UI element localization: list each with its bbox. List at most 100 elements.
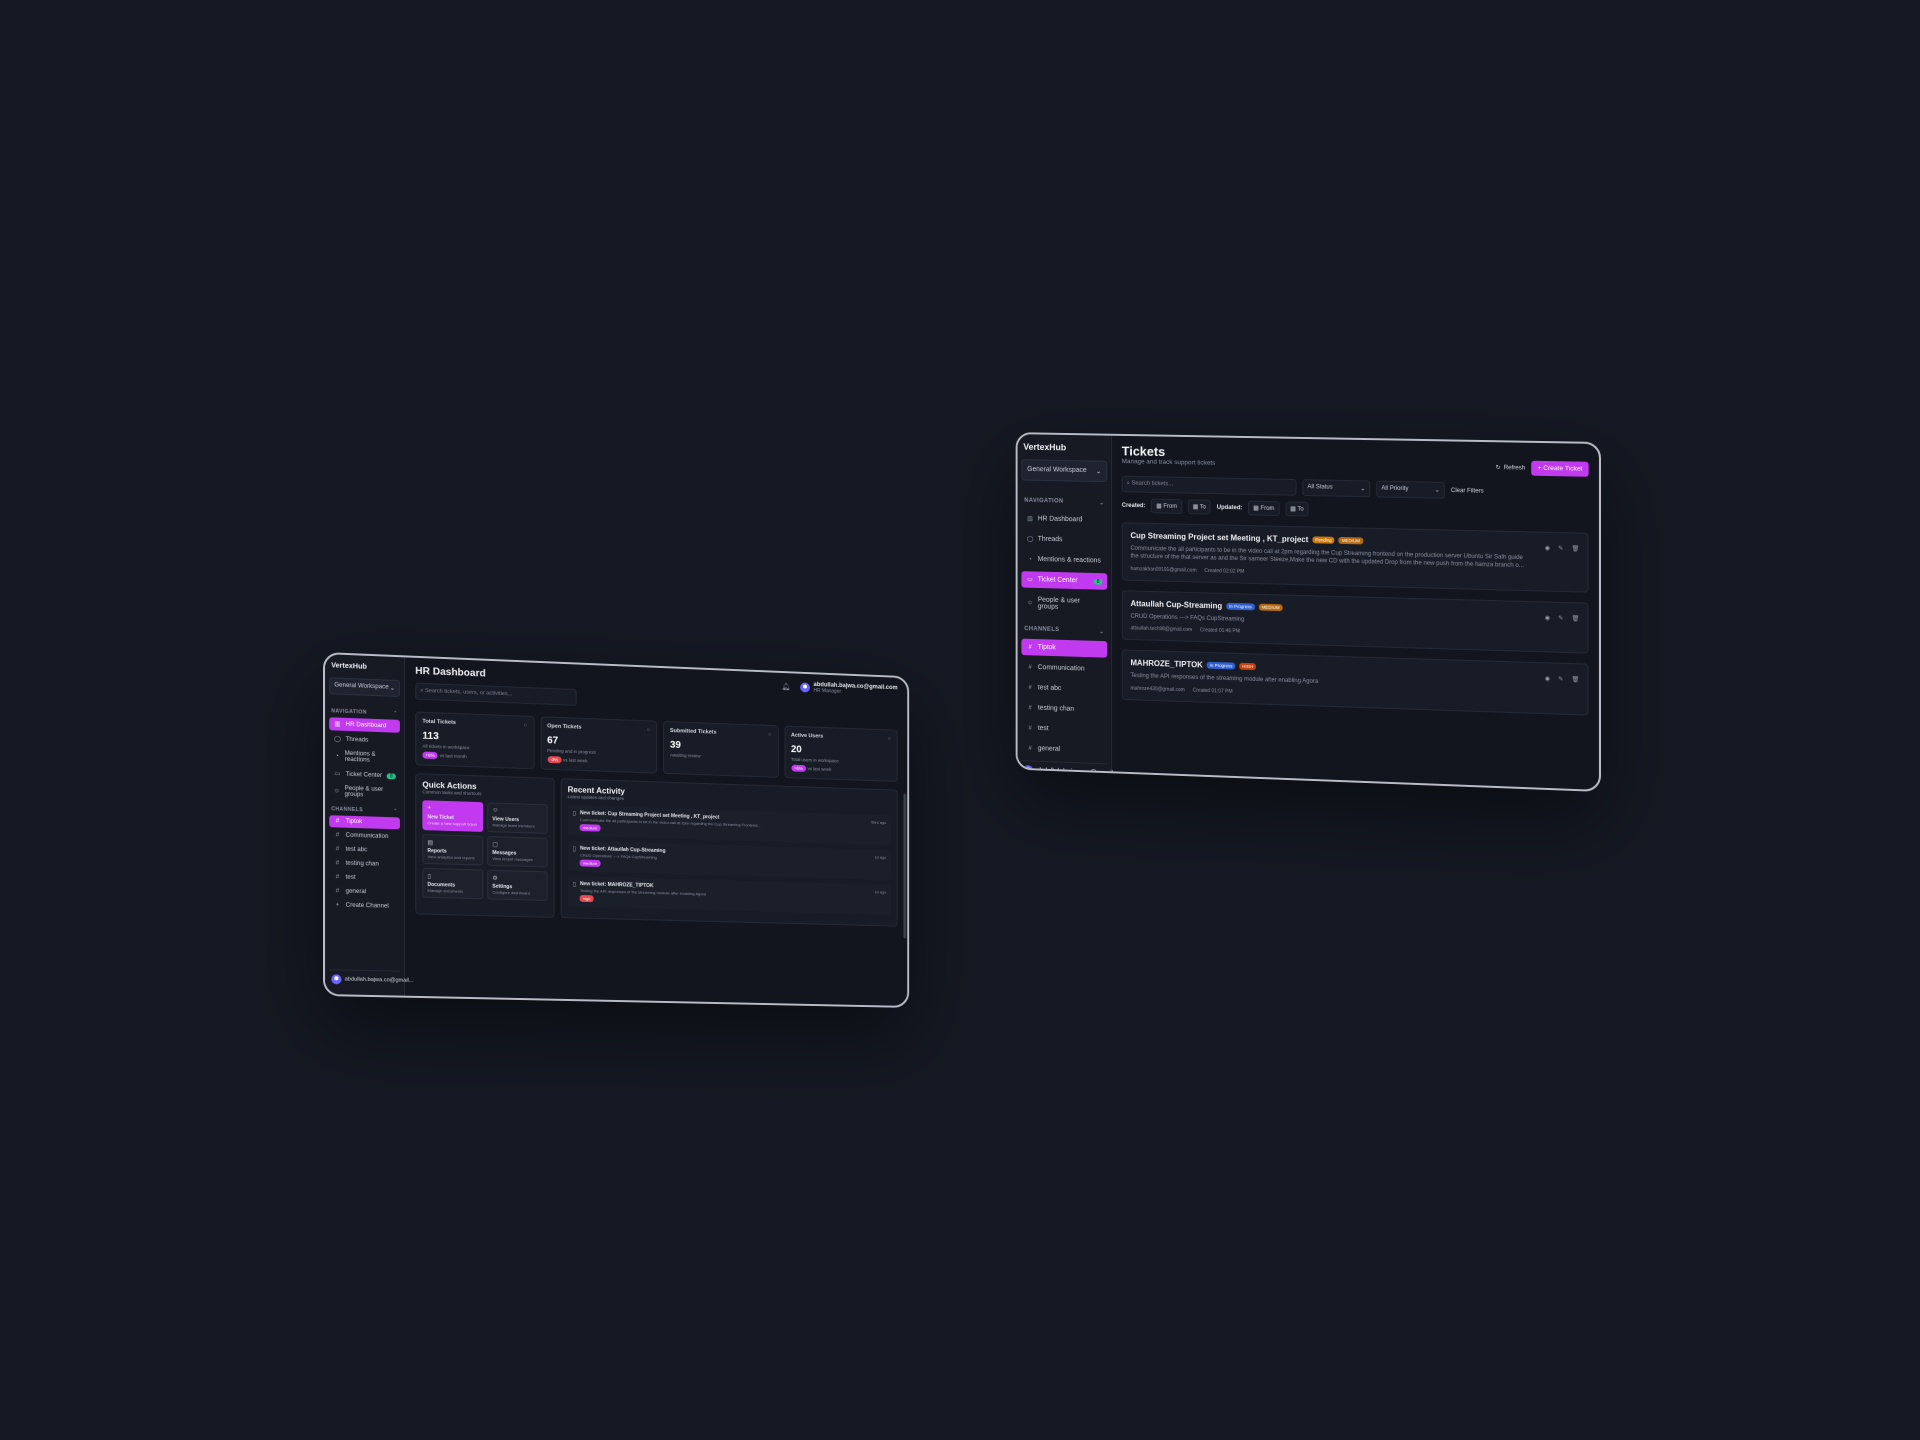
create-ticket-button[interactable]: + Create Ticket (1531, 461, 1588, 477)
ticket-card[interactable]: MAHROZE_TIPTOK In Progress HIGH Testing the… (1122, 650, 1589, 716)
bell-icon[interactable]: 🔔︎ (782, 683, 791, 691)
calendar-icon: ▦ (1156, 504, 1163, 510)
message-icon: ▢ (492, 841, 542, 849)
brand-name: VertexHub (331, 662, 398, 672)
channels-section-header[interactable]: CHANNELS ⌄ (1024, 626, 1104, 635)
channel-item[interactable]: # general (1021, 740, 1107, 760)
dashboard-icon: ▥ (1026, 515, 1034, 522)
avatar (1023, 765, 1033, 775)
quick-action-desc: View recent messages (492, 856, 542, 862)
channel-item[interactable]: # Communication (1021, 659, 1107, 678)
quick-action-documents[interactable]: ▯ Documents Manage documents (422, 868, 483, 899)
chevron-down-icon: ⌄ (1099, 499, 1104, 506)
delete-icon[interactable]: 🗑︎ (1572, 615, 1580, 622)
search-input[interactable]: ⌕ Search tickets, users, or activities..… (415, 683, 576, 706)
threads-icon: ◯ (1026, 536, 1034, 543)
sidebar-item-threads[interactable]: ◯ Threads (329, 732, 400, 748)
chevron-down-icon: ⌄ (390, 685, 395, 692)
ticket-created: Created 01:07 PM (1193, 687, 1233, 694)
channel-item[interactable]: # Communication (329, 829, 400, 843)
created-label: Created: (1122, 502, 1146, 508)
refresh-button[interactable]: ↻ Refresh (1496, 464, 1526, 472)
channel-item[interactable]: # general (329, 885, 400, 899)
created-to-date[interactable]: ▦ To (1188, 499, 1211, 514)
scrollbar[interactable] (903, 794, 906, 939)
ticket-icon: ▯ (573, 845, 576, 866)
updated-to-date[interactable]: ▦ To (1285, 501, 1308, 516)
quick-action-settings[interactable]: ⚙ Settings Configure dashboard (487, 870, 547, 901)
nav-section-header[interactable]: NAVIGATION ⌄ (1024, 498, 1104, 506)
stat-card: Active Users ◌ 20 Total users in workspace +… (784, 726, 898, 782)
edit-icon[interactable]: ✎ (1558, 676, 1563, 683)
channels-section-header[interactable]: CHANNELS ⌃ (331, 806, 398, 814)
view-icon[interactable]: ◉ (1545, 675, 1550, 682)
sidebar-item-threads[interactable]: ◯ Threads (1021, 531, 1107, 549)
change-badge: +8% (422, 752, 437, 759)
view-icon[interactable]: ◉ (1545, 614, 1550, 621)
hash-icon: # (333, 846, 341, 852)
created-from-date[interactable]: ▦ From (1151, 499, 1182, 514)
sidebar-item-label: Threads (1038, 536, 1063, 543)
ticket-card[interactable]: Attaullah Cup-Streaming In Progress MEDIUM… (1122, 590, 1589, 654)
nav-section-header[interactable]: NAVIGATION ⌃ (331, 708, 398, 717)
channel-item[interactable]: # test (1021, 720, 1107, 739)
activity-item[interactable]: ▯ New ticket: Attaullah Cup-Streaming CRUD… (568, 840, 891, 880)
quick-action-view-users[interactable]: ☺ View Users Manage team members (487, 802, 547, 834)
edit-icon[interactable]: ✎ (1558, 545, 1563, 552)
edit-icon[interactable]: ✎ (1558, 615, 1563, 622)
sidebar-item-label: HR Dashboard (346, 721, 387, 728)
status-select[interactable]: All Status ⌄ (1302, 479, 1370, 497)
search-input[interactable]: ⌕ Search tickets... (1122, 476, 1297, 496)
user-menu[interactable]: abdullah.bajwa.co@gmail... (1021, 760, 1107, 782)
channel-item[interactable]: # test abc (1021, 679, 1107, 698)
delete-icon[interactable]: 🗑︎ (1572, 545, 1580, 552)
ticket-assignee: hamzakhan09191@gmail.com (1131, 566, 1197, 574)
channel-item[interactable]: # Tiptok (1021, 639, 1107, 658)
sidebar-item-people-user-groups[interactable]: ☺ People & user groups (329, 782, 400, 802)
quick-action-reports[interactable]: ▤ Reports View analytics and reports (422, 834, 483, 866)
sidebar-item-mentions-reactions[interactable]: ◔ Mentions & reactions (329, 747, 400, 767)
sidebar-item-ticket-center[interactable]: ▭ Ticket Center 8 (329, 767, 400, 782)
ticket-card[interactable]: Cup Streaming Project set Meeting , KT_p… (1122, 522, 1589, 592)
activity-item[interactable]: ▯ New ticket: Cup Streaming Project set M… (568, 805, 891, 845)
quick-action-new-ticket[interactable]: + New Ticket Create a new support ticket (422, 800, 483, 832)
stat-card: Submitted Tickets ◌ 39 Awaiting review (663, 721, 778, 778)
channel-item[interactable]: # test (329, 871, 400, 885)
workspace-select[interactable]: General Workspace ⌄ (1021, 459, 1107, 482)
quick-action-messages[interactable]: ▢ Messages View recent messages (487, 836, 547, 867)
sidebar-item-hr-dashboard[interactable]: ▥ HR Dashboard (329, 717, 400, 733)
main-content: HR Dashboard ⌕ Search tickets, users, or… (405, 657, 907, 1006)
channel-item[interactable]: # testing chan (1021, 699, 1107, 718)
create-channel-button[interactable]: + Create Channel (329, 899, 400, 913)
dashboard-icon: ▥ (333, 720, 341, 727)
view-icon[interactable]: ◉ (1545, 545, 1550, 552)
sidebar-item-ticket-center[interactable]: ▭ Ticket Center 8 (1021, 571, 1107, 590)
main-content: Tickets Manage and track support tickets… (1112, 436, 1599, 790)
channel-label: Communication (1038, 664, 1085, 672)
user-menu[interactable]: abdullah.bajwa.co@gmail... (329, 969, 400, 989)
sidebar: VertexHub General Workspace ⌄ NAVIGATION… (1018, 434, 1112, 771)
channel-label: Communication (346, 833, 389, 840)
channel-item[interactable]: # testing chan (329, 857, 400, 871)
hash-icon: # (333, 874, 341, 880)
priority-select[interactable]: All Priority ⌄ (1376, 481, 1444, 499)
hash-icon: # (1026, 725, 1034, 731)
delete-icon[interactable]: 🗑︎ (1572, 676, 1580, 683)
bell-icon: ◔ (1026, 556, 1034, 562)
clear-filters-button[interactable]: Clear Filters (1451, 488, 1484, 495)
channel-label: test (346, 875, 356, 881)
sidebar-item-mentions-reactions[interactable]: ◔ Mentions & reactions (1021, 551, 1107, 570)
updated-from-date[interactable]: ▦ From (1248, 501, 1279, 516)
count-badge: 8 (387, 773, 396, 779)
avatar[interactable] (800, 682, 810, 692)
sidebar-item-people-user-groups[interactable]: ☺ People & user groups (1021, 591, 1107, 617)
sidebar-item-hr-dashboard[interactable]: ▥ HR Dashboard (1021, 510, 1107, 528)
refresh-icon: ↻ (1496, 464, 1501, 471)
workspace-select[interactable]: General Workspace ⌄ (329, 677, 400, 697)
activity-item[interactable]: ▯ New ticket: MAHROZE_TIPTOK Testing the A… (568, 876, 891, 915)
channel-item[interactable]: # test abc (329, 843, 400, 857)
hash-icon: # (333, 888, 341, 894)
chevron-down-icon: ⌄ (1435, 487, 1440, 494)
channel-label: testing chan (346, 861, 379, 868)
channel-item[interactable]: # Tiptok (329, 815, 400, 829)
